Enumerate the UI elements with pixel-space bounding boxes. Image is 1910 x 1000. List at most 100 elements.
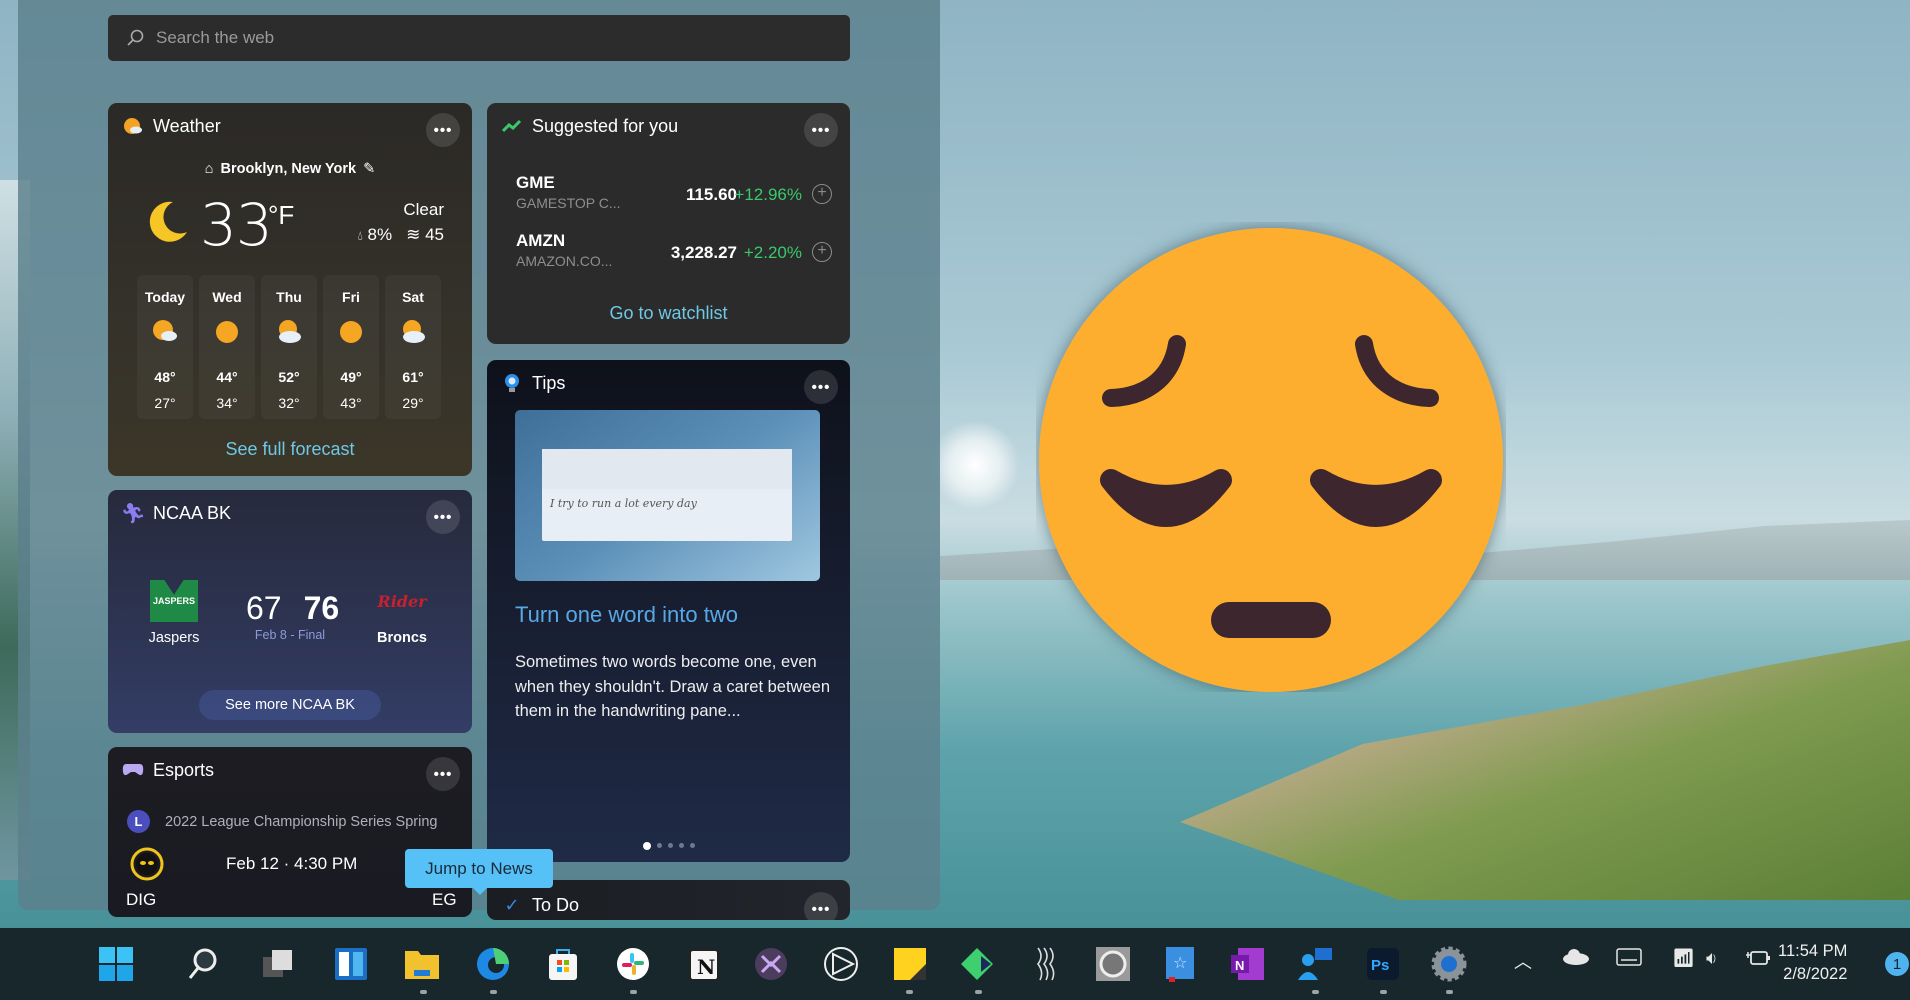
add-to-watchlist-icon[interactable]: +	[812, 184, 832, 204]
checkmark-icon: ✓	[504, 894, 520, 915]
slack-button[interactable]	[614, 945, 652, 983]
tips-widget[interactable]: Tips ••• I try to run a lot every day Tu…	[487, 360, 850, 862]
notion-icon: N	[689, 949, 719, 981]
stocks-title: Suggested for you	[532, 115, 679, 136]
search-icon	[188, 948, 217, 979]
file-explorer-button[interactable]	[403, 945, 441, 983]
weather-more-button[interactable]: •••	[426, 113, 460, 147]
page-dot[interactable]	[689, 843, 695, 848]
partly-cloudy-icon	[152, 319, 178, 345]
forecast-high: 48°	[154, 369, 176, 385]
notification-badge[interactable]: 1	[1885, 952, 1909, 976]
silver-app-button[interactable]	[1094, 945, 1132, 983]
go-to-watchlist-link[interactable]: Go to watchlist	[487, 303, 850, 324]
battery-charging-icon[interactable]	[1745, 948, 1771, 973]
taskbar-clock[interactable]: 11:54 PM 2/8/2022	[1778, 940, 1847, 986]
home-icon: ⌂	[204, 161, 214, 177]
page-dot[interactable]	[678, 843, 684, 848]
running-figure-icon: 🏃︎	[120, 502, 146, 525]
edge-icon	[477, 948, 509, 980]
page-dot[interactable]	[667, 843, 673, 848]
tips-title: Tips	[532, 372, 566, 393]
sticky-notes-icon	[894, 948, 926, 980]
forecast-day[interactable]: Sat 61° 29°	[385, 275, 441, 419]
page-dot[interactable]	[656, 843, 662, 848]
notion-button[interactable]: N	[685, 945, 723, 983]
add-to-watchlist-icon[interactable]: +	[812, 242, 832, 262]
forecast-high: 44°	[216, 369, 238, 385]
forecast-day[interactable]: Today 48° 27°	[137, 275, 193, 419]
tip-image[interactable]: I try to run a lot every day	[515, 410, 820, 581]
away-team[interactable]: Rider Broncs	[362, 580, 442, 647]
jump-to-news-button[interactable]: Jump to News	[405, 849, 553, 895]
weather-stats: 💧︎ 8% ≋ 45	[358, 225, 444, 245]
weather-widget[interactable]: Weather ••• ⌂ Brooklyn, New York ✎ 33 °F…	[108, 103, 472, 476]
triangle-app-icon	[824, 947, 858, 981]
settings-button[interactable]	[1430, 945, 1468, 983]
microsoft-store-button[interactable]	[544, 945, 582, 983]
see-more-ncaa-button[interactable]: See more NCAA BK	[199, 690, 381, 720]
photoshop-icon: Ps	[1367, 948, 1399, 980]
ncaa-more-button[interactable]: •••	[426, 500, 460, 534]
forecast-day[interactable]: Fri 49° 43°	[323, 275, 379, 419]
forecast-low: 43°	[340, 395, 362, 411]
stock-row[interactable]: GME GAMESTOP C... 115.60 +12.96% +	[516, 173, 832, 219]
sunny-icon	[214, 319, 240, 345]
esports-widget[interactable]: Esports ••• L 2022 League Championship S…	[108, 747, 472, 917]
widgets-button[interactable]	[332, 945, 370, 983]
running-indicator	[420, 990, 427, 994]
onenote-button[interactable]: N	[1228, 945, 1266, 983]
edit-pencil-icon[interactable]: ✎	[363, 161, 375, 177]
match-time: Feb 12 · 4:30 PM	[226, 854, 358, 873]
show-hidden-icons-button[interactable]: ︿	[1514, 948, 1532, 974]
forecast-day[interactable]: Wed 44° 34°	[199, 275, 255, 419]
task-view-button[interactable]	[259, 945, 297, 983]
forecast-high: 52°	[278, 369, 300, 385]
taskbar-search-button[interactable]	[183, 945, 221, 983]
esports-more-button[interactable]: •••	[426, 757, 460, 791]
green-diamond-app-button[interactable]	[958, 945, 996, 983]
clock-date: 2/8/2022	[1783, 965, 1848, 983]
stock-row[interactable]: AMZN AMAZON.CO... 3,228.27 +2.20% +	[516, 231, 832, 277]
book-app-button[interactable]: ☆	[1161, 945, 1199, 983]
todo-more-button[interactable]: •••	[804, 892, 838, 920]
temperature-unit[interactable]: °F	[268, 200, 294, 231]
jaspers-logo: JASPERS	[150, 580, 198, 622]
stocks-more-button[interactable]: •••	[804, 113, 838, 147]
onedrive-icon[interactable]	[1562, 948, 1590, 971]
start-button[interactable]	[97, 945, 135, 983]
triangle-app-button[interactable]	[822, 945, 860, 983]
ncaa-widget[interactable]: 🏃︎ NCAA BK ••• JASPERS Jaspers 67 76 Feb …	[108, 490, 472, 733]
precipitation: 💧︎ 8%	[358, 225, 393, 245]
stock-name: GAMESTOP C...	[516, 195, 621, 211]
tip-headline[interactable]: Turn one word into two	[515, 602, 738, 628]
handwriting-sample-text: I try to run a lot every day	[550, 497, 697, 510]
rider-broncs-logo: Rider	[377, 591, 427, 611]
wifi-icon[interactable]: 📶︎	[1672, 948, 1695, 969]
tips-more-button[interactable]: •••	[804, 370, 838, 404]
widgets-icon	[335, 948, 367, 980]
sunny-icon	[338, 319, 364, 345]
forecast-low: 34°	[216, 395, 238, 411]
photoshop-button[interactable]: Ps	[1364, 945, 1402, 983]
svg-text:Ps: Ps	[1371, 957, 1389, 974]
purple-app-button[interactable]	[752, 945, 790, 983]
page-dot-active[interactable]	[642, 842, 651, 850]
green-diamond-app-icon	[961, 948, 993, 980]
forecast-day[interactable]: Thu 52° 32°	[261, 275, 317, 419]
people-app-button[interactable]	[1296, 945, 1334, 983]
touch-keyboard-icon[interactable]	[1616, 948, 1642, 971]
waves-app-button[interactable]	[1027, 945, 1065, 983]
stocks-widget[interactable]: Suggested for you ••• GME GAMESTOP C... …	[487, 103, 850, 344]
see-full-forecast-link[interactable]: See full forecast	[108, 439, 472, 460]
purple-app-icon	[755, 948, 787, 980]
edge-button[interactable]	[474, 945, 512, 983]
slack-icon	[617, 948, 649, 980]
weather-location[interactable]: ⌂ Brooklyn, New York ✎	[108, 161, 472, 177]
league-row: L 2022 League Championship Series Spring	[127, 810, 437, 833]
league-name: 2022 League Championship Series Spring	[165, 813, 438, 830]
sticky-notes-button[interactable]	[891, 945, 929, 983]
search-web-input[interactable]: Search the web	[108, 15, 850, 61]
forecast-low: 27°	[154, 395, 176, 411]
volume-icon[interactable]: 🔉︎	[1706, 948, 1717, 969]
